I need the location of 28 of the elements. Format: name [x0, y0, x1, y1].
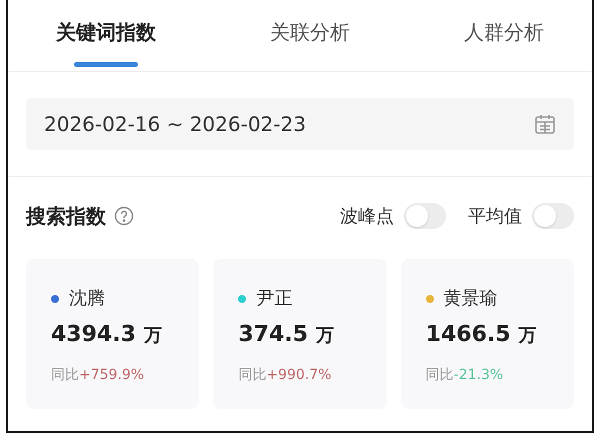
- tab-indicator: [74, 62, 138, 67]
- change-value: +759.9%: [79, 366, 144, 385]
- calendar-icon: [534, 113, 556, 135]
- change-label: 同比: [51, 366, 79, 385]
- metric-unit: 万: [316, 324, 334, 348]
- metric-value: 1466.5: [426, 321, 511, 349]
- person-name: 沈腾: [69, 287, 105, 311]
- change-label: 同比: [238, 366, 266, 385]
- metric-value: 374.5: [238, 321, 308, 349]
- person-name: 尹正: [256, 287, 292, 311]
- toggle-label: 平均值: [468, 204, 522, 228]
- tab[interactable]: 关键词指数: [56, 17, 156, 71]
- section-title: 搜索指数: [26, 203, 106, 230]
- change-value: -21.3%: [454, 366, 504, 385]
- date-range-value: 2026-02-16 ~ 2026-02-23: [44, 111, 306, 138]
- metric-unit: 万: [518, 324, 537, 348]
- help-icon[interactable]: [114, 206, 134, 226]
- toggle-switch[interactable]: [404, 203, 446, 229]
- person-name: 黄景瑜: [444, 287, 498, 311]
- metric-unit: 万: [144, 324, 162, 348]
- tab[interactable]: 关联分析: [270, 17, 350, 71]
- date-range-field[interactable]: 2026-02-16 ~ 2026-02-23: [26, 98, 574, 150]
- change-value: +990.7%: [266, 366, 332, 385]
- metric-value: 4394.3: [51, 321, 136, 349]
- toggle-label: 波峰点: [340, 204, 394, 228]
- tab[interactable]: 人群分析: [464, 17, 544, 71]
- change-label: 同比: [426, 366, 454, 385]
- toggle-switch[interactable]: [532, 203, 574, 229]
